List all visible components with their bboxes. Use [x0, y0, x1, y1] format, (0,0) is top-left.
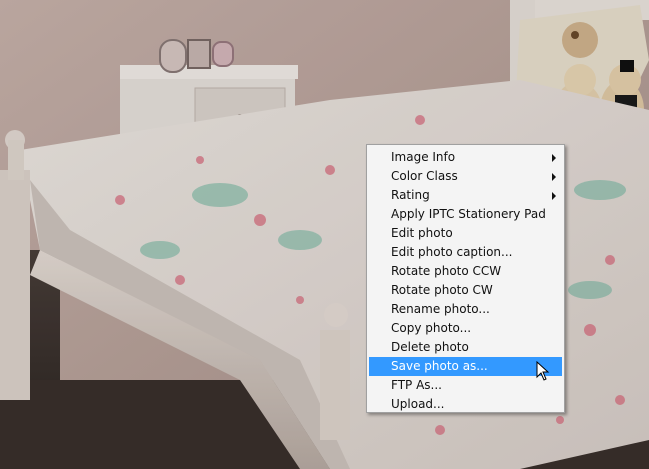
menu-item-color-class[interactable]: Color Class [369, 167, 562, 186]
menu-item-label: Rotate photo CCW [391, 264, 502, 278]
menu-item-ftp-as[interactable]: FTP As... [369, 376, 562, 395]
menu-item-label: Color Class [391, 169, 458, 183]
menu-item-save-photo-as[interactable]: Save photo as... [369, 357, 562, 376]
menu-item-copy-photo[interactable]: Copy photo... [369, 319, 562, 338]
menu-item-rating[interactable]: Rating [369, 186, 562, 205]
menu-item-label: Copy photo... [391, 321, 472, 335]
menu-item-image-info[interactable]: Image Info [369, 148, 562, 167]
arrow-cursor-icon [536, 361, 550, 381]
menu-item-label: Upload... [391, 397, 445, 411]
menu-item-label: Apply IPTC Stationery Pad [391, 207, 546, 221]
menu-item-upload[interactable]: Upload... [369, 395, 562, 414]
menu-item-label: Edit photo [391, 226, 453, 240]
photo-viewer: Image Info Color Class Rating Apply IPTC St… [0, 0, 649, 469]
submenu-arrow-icon [552, 154, 556, 162]
menu-item-rotate-photo-ccw[interactable]: Rotate photo CCW [369, 262, 562, 281]
menu-item-rotate-photo-cw[interactable]: Rotate photo CW [369, 281, 562, 300]
menu-item-label: Edit photo caption... [391, 245, 513, 259]
menu-item-edit-photo-caption[interactable]: Edit photo caption... [369, 243, 562, 262]
menu-item-label: Delete photo [391, 340, 469, 354]
menu-item-edit-photo[interactable]: Edit photo [369, 224, 562, 243]
menu-item-label: FTP As... [391, 378, 442, 392]
menu-item-delete-photo[interactable]: Delete photo [369, 338, 562, 357]
menu-item-apply-iptc-stationery-pad[interactable]: Apply IPTC Stationery Pad [369, 205, 562, 224]
menu-item-label: Image Info [391, 150, 456, 164]
menu-item-label: Rename photo... [391, 302, 490, 316]
menu-item-label: Rotate photo CW [391, 283, 493, 297]
submenu-arrow-icon [552, 192, 556, 200]
submenu-arrow-icon [552, 173, 556, 181]
menu-item-label: Rating [391, 188, 430, 202]
menu-item-rename-photo[interactable]: Rename photo... [369, 300, 562, 319]
menu-item-label: Save photo as... [391, 359, 488, 373]
